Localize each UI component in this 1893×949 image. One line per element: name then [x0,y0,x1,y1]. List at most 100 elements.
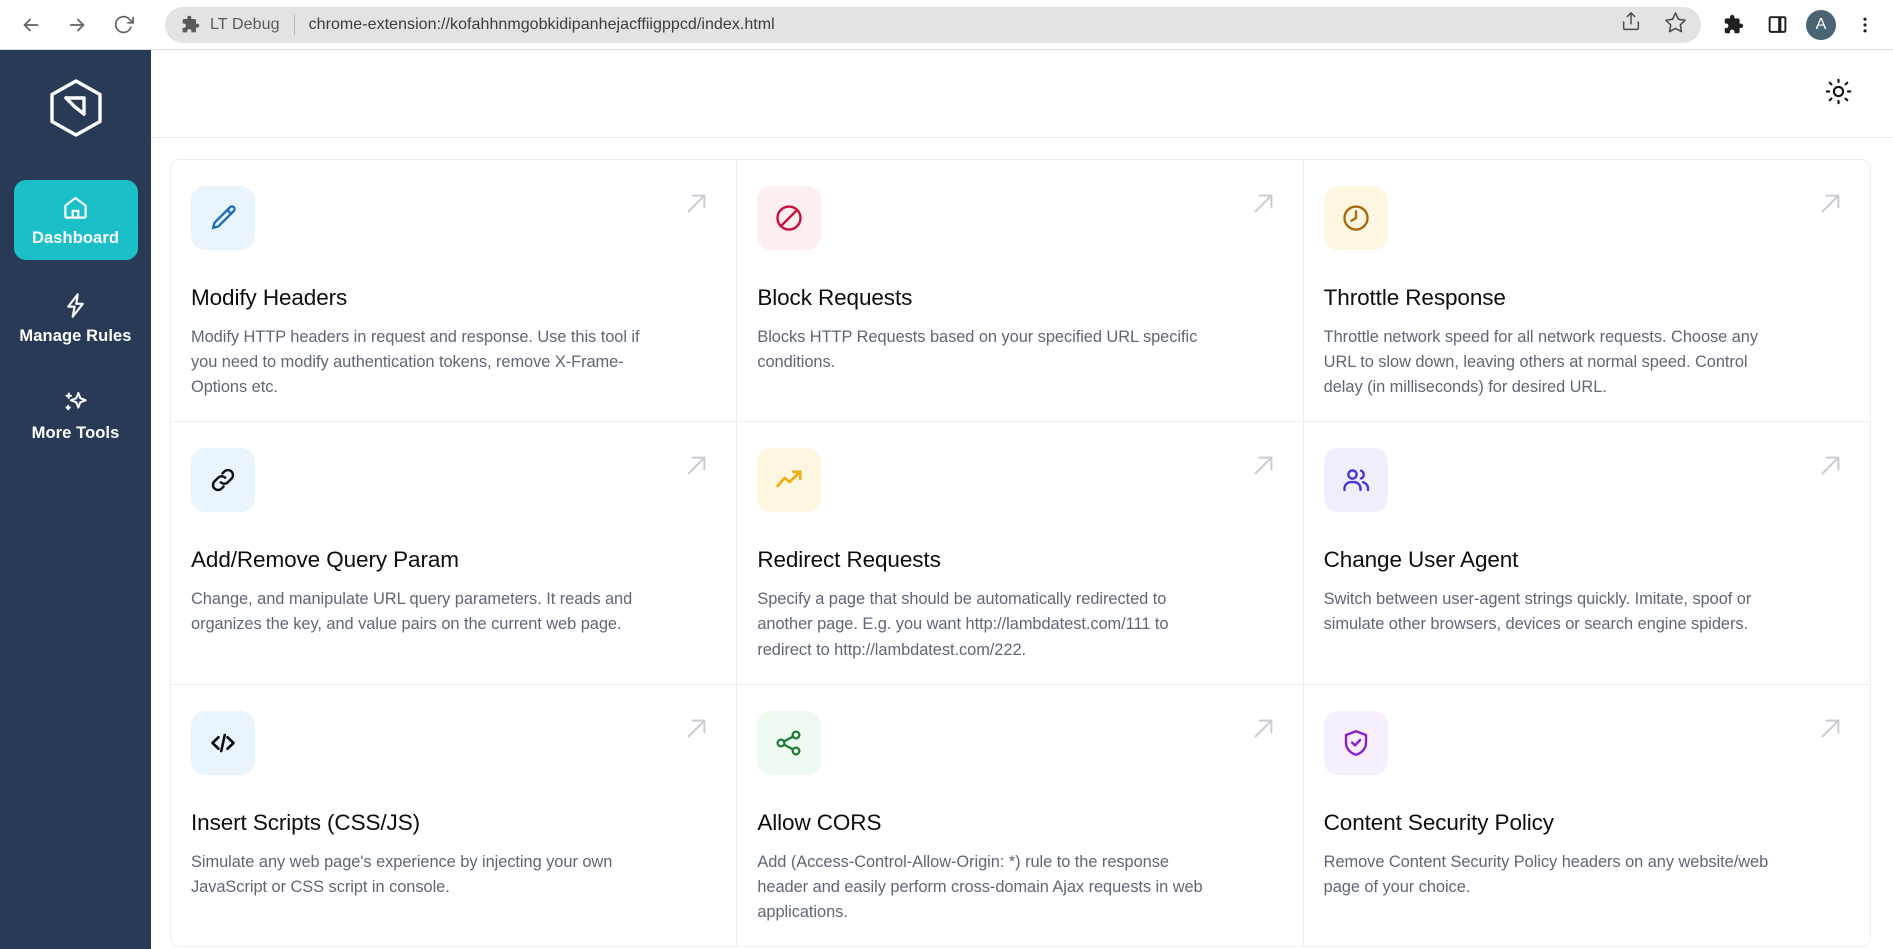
sidebar: Dashboard Manage Rules More Tools [0,50,151,949]
card-description: Blocks HTTP Requests based on your speci… [757,325,1212,375]
back-button[interactable] [11,5,51,45]
url-text[interactable]: chrome-extension://kofahhnmgobkidipanhej… [309,16,1604,34]
tool-card-content-security-policy[interactable]: Content Security Policy Remove Content S… [1304,685,1870,946]
avatar: A [1806,10,1836,40]
card-title: Allow CORS [757,809,1276,836]
card-description: Switch between user-agent strings quickl… [1324,587,1779,637]
address-bar[interactable]: LT Debug chrome-extension://kofahhnmgobk… [165,7,1701,43]
link-icon [208,465,238,495]
browser-chrome: LT Debug chrome-extension://kofahhnmgobk… [0,0,1893,50]
card-title: Change User Agent [1324,546,1844,573]
extension-name: LT Debug [210,16,280,34]
card-header [191,448,710,512]
card-title: Add/Remove Query Param [191,546,710,573]
open-arrow-icon[interactable] [1250,452,1277,479]
block-icon [774,203,804,233]
card-icon-container [1324,448,1388,512]
tool-card-change-user-agent[interactable]: Change User Agent Switch between user-ag… [1304,422,1870,684]
shield-check-icon [1341,728,1371,758]
tool-card-modify-headers[interactable]: Modify Headers Modify HTTP headers in re… [171,160,737,422]
card-header [757,448,1276,512]
card-icon-container [191,711,255,775]
card-description: Specify a page that should be automatica… [757,587,1212,662]
sidebar-item-label: More Tools [32,425,120,442]
card-title: Redirect Requests [757,546,1276,573]
omnibox-actions [1604,11,1687,39]
sidebar-item-label: Dashboard [32,230,119,247]
card-header [1324,186,1844,250]
open-arrow-icon[interactable] [1250,190,1277,217]
tools-card-grid: Modify Headers Modify HTTP headers in re… [170,159,1871,947]
code-icon [208,728,238,758]
open-arrow-icon[interactable] [683,190,710,217]
open-arrow-icon[interactable] [683,715,710,742]
application-window: Dashboard Manage Rules More Tools [0,50,1893,949]
app-topbar [151,50,1893,138]
card-title: Block Requests [757,284,1276,311]
lightning-icon [62,292,89,319]
card-description: Change, and manipulate URL query paramet… [191,587,646,637]
sidebar-item-label: Manage Rules [19,328,131,345]
tool-card-insert-scripts[interactable]: Insert Scripts (CSS/JS) Simulate any web… [171,685,737,946]
card-icon-container [757,448,821,512]
card-description: Add (Access-Control-Allow-Origin: *) rul… [757,850,1212,925]
open-arrow-icon[interactable] [683,452,710,479]
card-header [757,186,1276,250]
card-description: Simulate any web page's experience by in… [191,850,646,900]
dashboard-content: Modify Headers Modify HTTP headers in re… [151,138,1893,949]
home-icon [62,194,89,221]
card-header [757,711,1276,775]
card-description: Modify HTTP headers in request and respo… [191,325,646,400]
card-title: Insert Scripts (CSS/JS) [191,809,710,836]
card-header [1324,448,1844,512]
card-title: Modify Headers [191,284,710,311]
card-title: Throttle Response [1324,284,1844,311]
open-arrow-icon[interactable] [1817,190,1844,217]
open-arrow-icon[interactable] [1817,715,1844,742]
navigation-buttons [0,5,143,45]
card-description: Remove Content Security Policy headers o… [1324,850,1779,900]
theme-toggle-button[interactable] [1821,77,1855,111]
card-icon-container [1324,711,1388,775]
bookmark-star-icon[interactable] [1664,11,1687,39]
open-arrow-icon[interactable] [1250,715,1277,742]
sidebar-item-dashboard[interactable]: Dashboard [14,180,138,260]
share-icon[interactable] [1620,11,1642,38]
extensions-icon[interactable] [1711,3,1755,47]
profile-avatar[interactable]: A [1799,3,1843,47]
lt-debug-logo-icon [44,76,108,140]
chrome-toolbar-actions: A [1711,3,1893,47]
tool-card-redirect-requests[interactable]: Redirect Requests Specify a page that sh… [737,422,1303,684]
puzzle-icon [181,15,200,34]
card-icon-container [757,711,821,775]
tool-card-throttle-response[interactable]: Throttle Response Throttle network speed… [1304,160,1870,422]
card-header [1324,711,1844,775]
card-header [191,711,710,775]
omnibox-divider [294,15,295,35]
tool-card-block-requests[interactable]: Block Requests Blocks HTTP Requests base… [737,160,1303,422]
card-description: Throttle network speed for all network r… [1324,325,1779,400]
open-arrow-icon[interactable] [1817,452,1844,479]
card-title: Content Security Policy [1324,809,1844,836]
main-content: Modify Headers Modify HTTP headers in re… [151,50,1893,949]
card-header [191,186,710,250]
tool-card-allow-cors[interactable]: Allow CORS Add (Access-Control-Allow-Ori… [737,685,1303,946]
reload-button[interactable] [103,5,143,45]
card-icon-container [191,186,255,250]
trending-up-icon [774,465,804,495]
sidebar-item-manage-rules[interactable]: Manage Rules [14,278,138,358]
chrome-menu-icon[interactable] [1843,3,1887,47]
sparkles-icon [62,389,89,416]
tool-card-add-remove-query-param[interactable]: Add/Remove Query Param Change, and manip… [171,422,737,684]
users-icon [1341,465,1371,495]
pencil-icon [208,203,238,233]
card-icon-container [191,448,255,512]
card-icon-container [757,186,821,250]
sun-icon [1825,78,1852,110]
card-icon-container [1324,186,1388,250]
clock-icon [1341,203,1371,233]
share-nodes-icon [774,728,804,758]
sidebar-item-more-tools[interactable]: More Tools [14,375,138,455]
forward-button[interactable] [57,5,97,45]
side-panel-icon[interactable] [1755,3,1799,47]
